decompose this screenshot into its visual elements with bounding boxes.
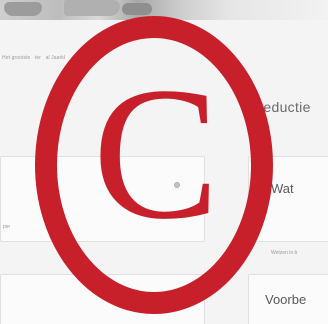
card-subtitle: per [3,224,11,230]
page: Het grootste ter al Jaarkl Deductie per … [0,0,328,324]
card-title: Wat [271,181,294,196]
copyright-letter: C [93,49,220,259]
card-subtitle: Wetzen in b [271,250,298,256]
breadcrumb-item[interactable]: Het grootste [2,55,30,61]
copyright-icon: C [35,16,273,314]
